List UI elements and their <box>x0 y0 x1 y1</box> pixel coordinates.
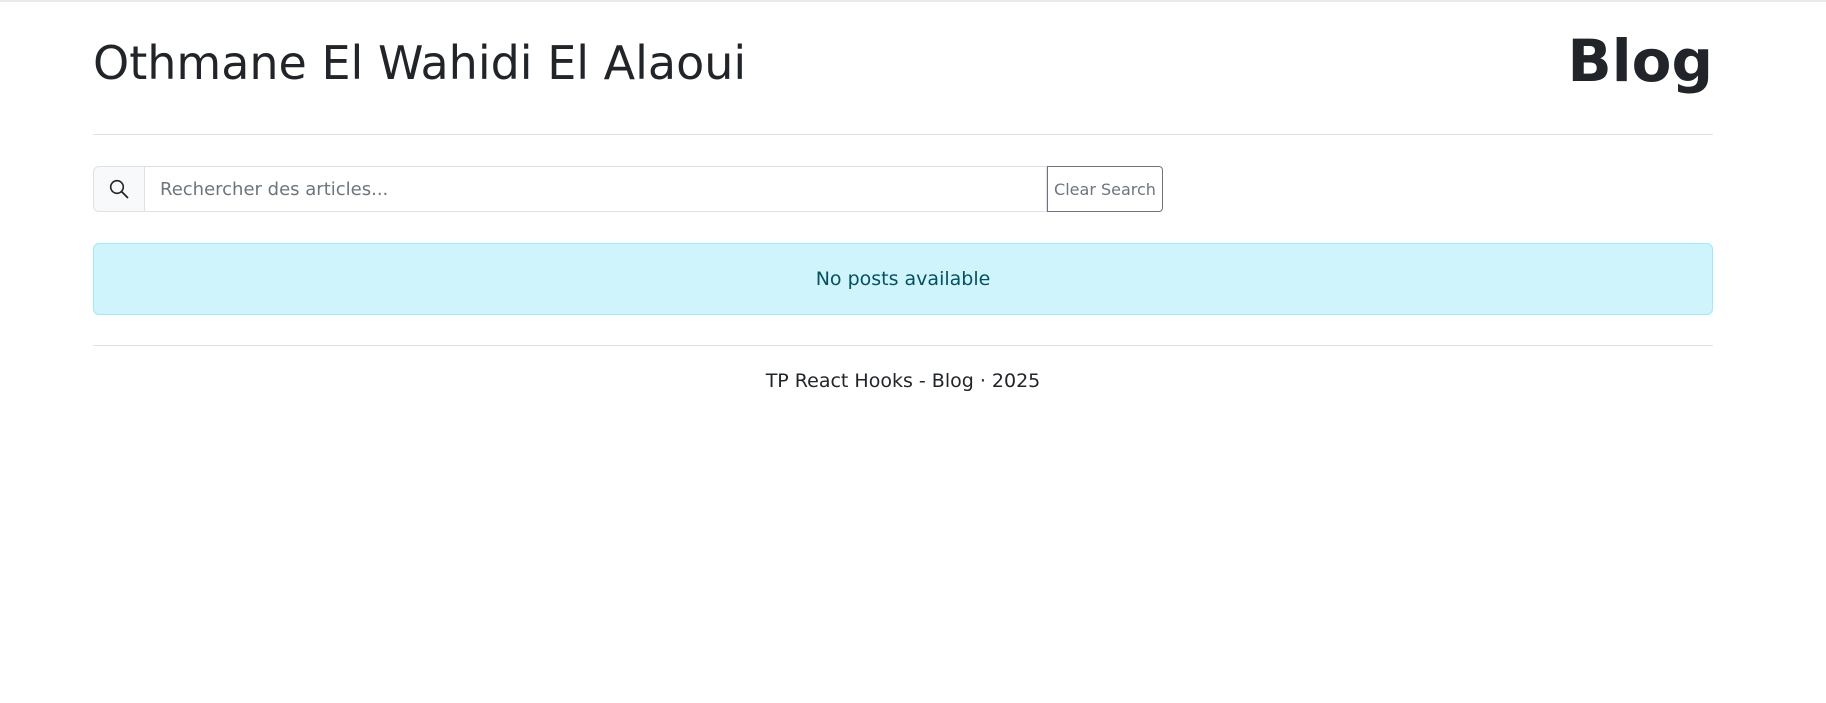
no-posts-alert: No posts available <box>93 243 1713 315</box>
page-container: Othmane El Wahidi El Alaoui Blog Clear S… <box>93 0 1713 392</box>
footer-text: TP React Hooks - Blog · 2025 <box>765 370 1041 392</box>
blog-heading: Blog <box>1567 27 1713 95</box>
no-posts-message: No posts available <box>815 268 991 290</box>
page-footer: TP React Hooks - Blog · 2025 <box>93 345 1713 392</box>
search-icon <box>93 166 144 212</box>
search-input[interactable] <box>144 166 1047 212</box>
page-header: Othmane El Wahidi El Alaoui Blog <box>93 0 1713 135</box>
author-title: Othmane El Wahidi El Alaoui <box>93 36 747 90</box>
clear-search-button[interactable]: Clear Search <box>1047 166 1163 212</box>
search-bar: Clear Search <box>93 166 1163 212</box>
